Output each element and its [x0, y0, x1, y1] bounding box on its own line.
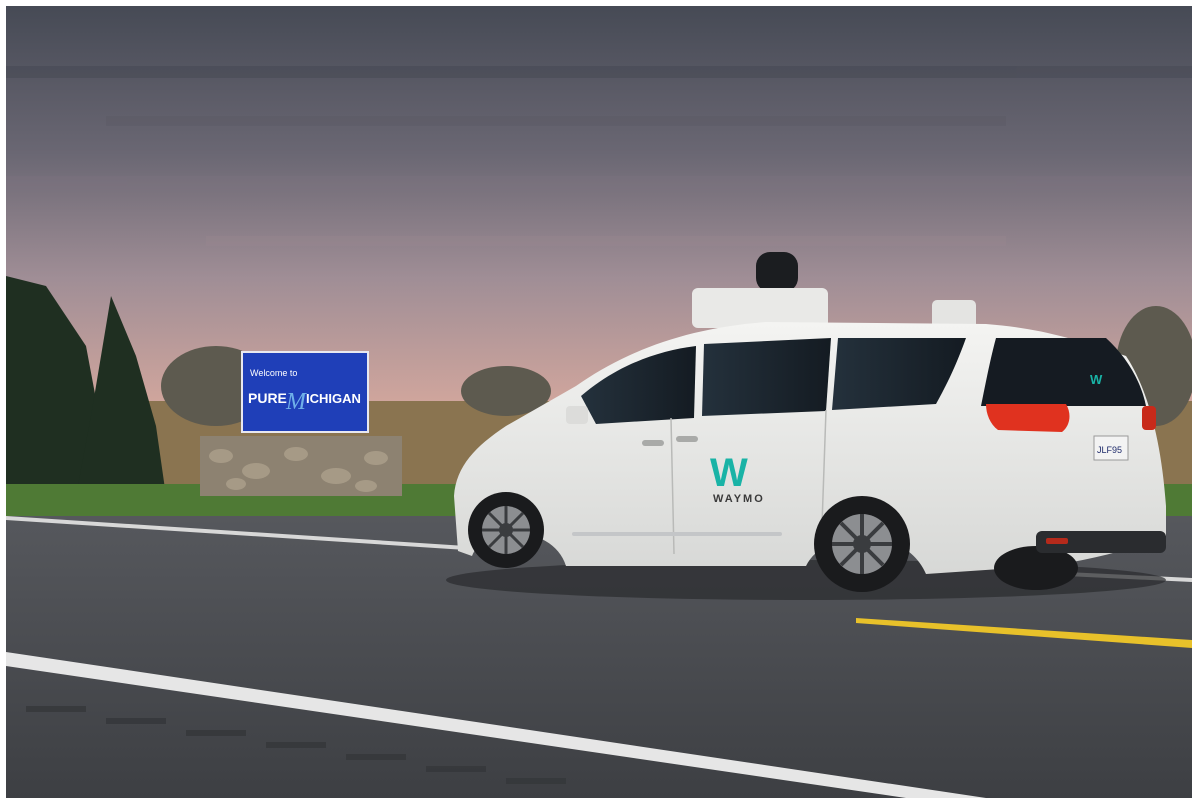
sign-welcome-text: Welcome to — [250, 368, 297, 378]
rear-wheel — [814, 496, 910, 592]
roof-sensor-pod — [692, 288, 828, 328]
sign-stone-base — [200, 436, 402, 496]
bumper-reflector — [1046, 538, 1068, 544]
sign-pure-text: PURE — [248, 390, 287, 406]
sign-michigan-text: ICHIGAN — [306, 391, 361, 406]
chrome-side-strip — [572, 532, 782, 536]
rear-logo: W — [1090, 372, 1103, 387]
waymo-logo-mark: W — [710, 451, 748, 495]
waymo-brand-name: WAYMO — [713, 493, 765, 505]
taillight-right — [1142, 406, 1156, 430]
middle-window — [702, 338, 831, 416]
door-handle-rear — [676, 436, 698, 442]
scene-photo: Welcome to PURE M ICHIGAN JLF95 W W WAYM… — [6, 6, 1192, 798]
lidar-dome — [756, 252, 798, 292]
side-mirror — [566, 406, 588, 424]
pure-michigan-sign: Welcome to PURE M ICHIGAN — [241, 351, 369, 433]
sign-m-letter: M — [285, 389, 308, 415]
front-wheel — [468, 492, 544, 568]
door-handle-front — [642, 440, 664, 446]
plate-text: JLF95 — [1097, 445, 1122, 455]
taillight — [986, 404, 1070, 432]
